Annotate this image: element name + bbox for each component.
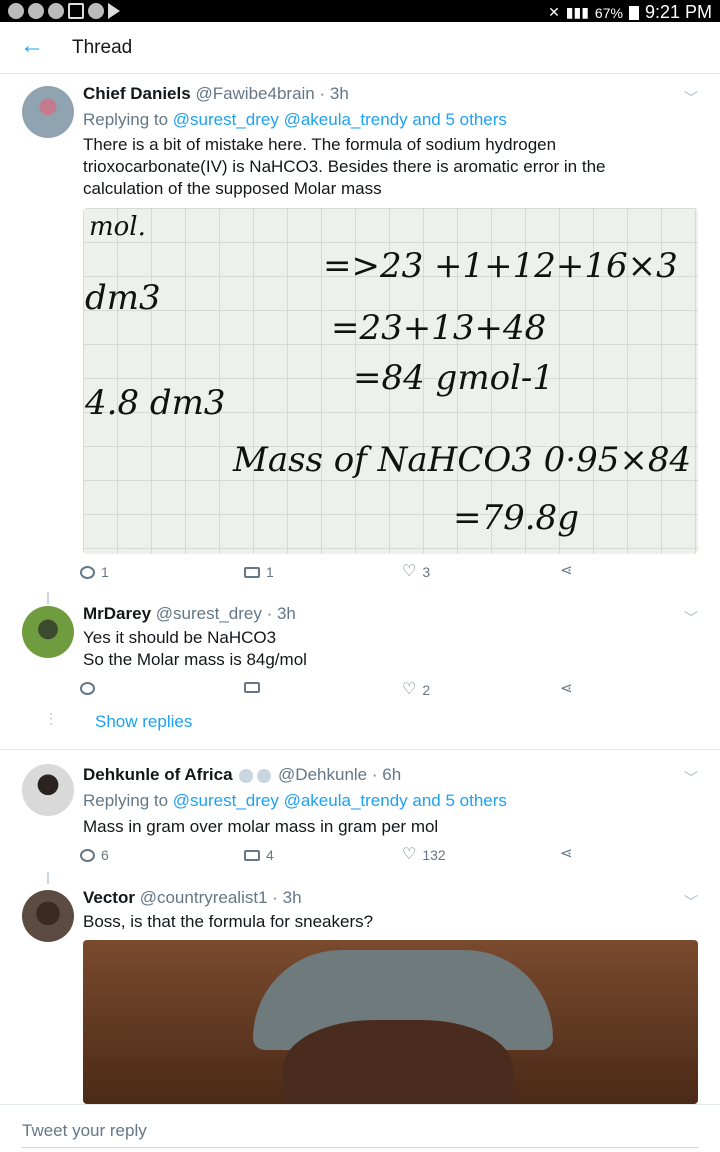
notification-icon xyxy=(8,3,24,19)
retweet-count: 1 xyxy=(266,564,274,580)
back-arrow-icon[interactable]: ← xyxy=(20,32,44,60)
like-count: 2 xyxy=(422,682,431,698)
retweet-count: 4 xyxy=(266,847,274,863)
share-icon[interactable]: ⋖ xyxy=(560,846,573,861)
tweet-reply-input[interactable]: Tweet your reply xyxy=(22,1121,147,1141)
tweet[interactable]: MrDarey @surest_drey · 3h ﹀ Yes it shoul… xyxy=(0,594,720,750)
avatar[interactable] xyxy=(22,890,74,942)
tweet-handle[interactable]: @surest_drey xyxy=(156,604,262,623)
tweet-author-name[interactable]: Chief Daniels xyxy=(83,84,191,103)
input-underline xyxy=(22,1147,698,1148)
avatar[interactable] xyxy=(22,86,74,138)
reply-composer[interactable]: Tweet your reply xyxy=(0,1104,720,1152)
tweet-handle[interactable]: @countryrealist1 xyxy=(140,888,268,907)
share-icon[interactable]: ⋖ xyxy=(560,563,573,578)
tweet-text: There is a bit of mistake here. The form… xyxy=(83,135,606,198)
like-count: 132 xyxy=(422,847,446,863)
tweet-image-chalkboard[interactable]: mol. =>23 +1+12+16×3 dm3 =23+13+48 =84 g… xyxy=(83,208,698,554)
status-bar: ✕ ▮▮▮ 67% 9:21 PM xyxy=(0,0,720,22)
avatar[interactable] xyxy=(22,606,74,658)
chevron-down-icon[interactable]: ﹀ xyxy=(684,768,698,788)
replying-to-label: Replying to xyxy=(83,791,169,810)
reply-count: 1 xyxy=(101,564,109,580)
like-count: 3 xyxy=(422,564,431,580)
retweet-icon[interactable] xyxy=(244,849,260,861)
tweet-handle[interactable]: @Fawibe4brain xyxy=(195,84,314,103)
chalkboard-writing: mol. =>23 +1+12+16×3 dm3 =23+13+48 =84 g… xyxy=(85,212,692,538)
reply-count: 6 xyxy=(101,847,109,863)
tweet[interactable]: Vector @countryrealist1 · 3h ﹀ Boss, is … xyxy=(0,880,720,1104)
tweet-text: Yes it should be NaHCO3 So the Molar mas… xyxy=(83,628,307,669)
battery-level: 67% xyxy=(594,4,623,21)
replying-to-link[interactable]: @surest_drey @akeula_trendy and 5 others xyxy=(173,110,507,129)
emoji-icon xyxy=(239,768,254,783)
tweet-image-photo[interactable] xyxy=(83,940,698,1104)
notification-icon xyxy=(48,3,64,19)
signal-icon: ▮▮▮ xyxy=(565,4,589,20)
more-dots-icon: ⋮ xyxy=(44,710,58,726)
tweet-text: Mass in gram over molar mass in gram per… xyxy=(83,817,439,836)
page-title: Thread xyxy=(72,37,133,58)
notification-icons xyxy=(8,3,120,19)
tweet-author-name[interactable]: Dehkunle of Africa xyxy=(83,765,233,784)
emoji-icon xyxy=(257,768,272,783)
clock: 9:21 PM xyxy=(644,2,712,22)
avatar[interactable] xyxy=(22,764,74,816)
heart-icon[interactable]: ♡ xyxy=(402,847,416,863)
chevron-down-icon[interactable]: ﹀ xyxy=(684,608,698,628)
retweet-icon[interactable] xyxy=(244,566,260,578)
retweet-icon[interactable] xyxy=(244,682,260,693)
battery-icon xyxy=(628,5,639,20)
play-store-icon xyxy=(108,3,120,19)
show-replies-link[interactable]: Show replies xyxy=(95,712,192,732)
replying-to-label: Replying to xyxy=(83,110,169,129)
replying-to-link[interactable]: @surest_drey @akeula_trendy and 5 others xyxy=(173,791,507,810)
face-shape xyxy=(283,1020,513,1104)
gallery-icon xyxy=(68,3,84,19)
mute-icon: ✕ xyxy=(548,4,560,20)
heart-icon[interactable]: ♡ xyxy=(402,564,416,580)
chevron-down-icon[interactable]: ﹀ xyxy=(684,88,698,108)
tweet-age: · 3h xyxy=(266,604,296,623)
tweet-text: Boss, is that the formula for sneakers? xyxy=(83,912,374,931)
reply-icon[interactable] xyxy=(80,848,95,862)
notification-icon xyxy=(28,3,44,19)
tweet[interactable]: Chief Daniels @Fawibe4brain · 3h ﹀ Reply… xyxy=(0,74,720,594)
tweet[interactable]: Dehkunle of Africa @Dehkunle · 6h ﹀ Repl… xyxy=(0,750,720,880)
reply-icon[interactable] xyxy=(80,682,95,695)
tweet-age: · 6h xyxy=(371,765,402,784)
reply-icon[interactable] xyxy=(80,565,95,579)
tweet-handle[interactable]: @Dehkunle xyxy=(278,765,367,784)
tweet-author-name[interactable]: MrDarey xyxy=(83,604,151,623)
chevron-down-icon[interactable]: ﹀ xyxy=(684,892,698,912)
top-bar: ← Thread xyxy=(0,22,720,74)
share-icon[interactable]: ⋖ xyxy=(560,681,573,696)
tweet-age: · 3h xyxy=(319,84,349,103)
heart-icon[interactable]: ♡ xyxy=(402,682,416,698)
chrome-icon xyxy=(88,3,104,19)
tweet-age: · 3h xyxy=(272,888,302,907)
tweet-author-name[interactable]: Vector xyxy=(83,888,135,907)
